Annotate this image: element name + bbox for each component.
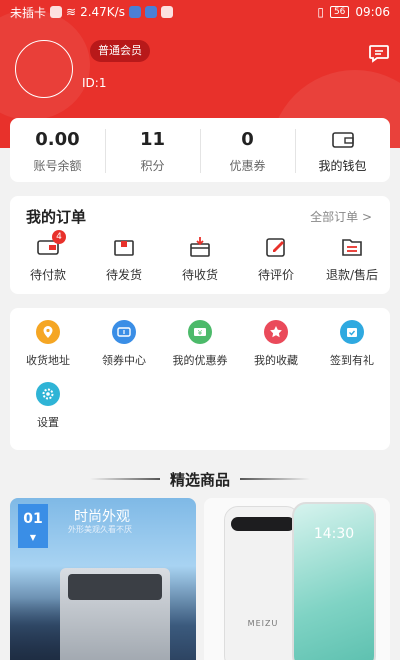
phone-back-image: MEIZU: [224, 506, 300, 660]
order-pending-receipt[interactable]: 待收货: [162, 234, 238, 283]
carrier-text: 未插卡: [10, 5, 47, 20]
tag-number: 01: [23, 511, 43, 527]
coupons-cell[interactable]: 0 优惠券: [200, 127, 295, 174]
wallet-summary-card: 0.00 账号余额 11 积分 0 优惠券 我的钱包: [10, 118, 390, 182]
all-orders-link[interactable]: 全部订单 >: [310, 208, 372, 225]
order-status-label: 待评价: [257, 268, 294, 282]
app-icon: [144, 6, 157, 18]
phone-screen-time: 14:30: [313, 526, 355, 542]
divider: [240, 478, 310, 480]
location-icon: [36, 320, 60, 344]
service-label: 收货地址: [26, 354, 70, 367]
network-speed: 2.47K/s: [80, 5, 125, 19]
wifi-icon: ≋: [66, 5, 77, 19]
points-cell[interactable]: 11 积分: [105, 127, 200, 174]
service-coupon-center[interactable]: 领券中心: [86, 320, 162, 368]
service-label: 设置: [37, 416, 59, 429]
service-address[interactable]: 收货地址: [10, 320, 86, 368]
service-checkin[interactable]: 签到有礼: [314, 320, 390, 368]
product-card[interactable]: MEIZU 14:30: [204, 498, 390, 660]
service-settings[interactable]: 设置: [10, 382, 86, 430]
package-icon: [114, 240, 134, 256]
member-level-badge: 普通会员: [90, 40, 150, 62]
clock: 09:06: [355, 5, 390, 19]
service-label: 签到有礼: [330, 354, 374, 367]
user-id: ID:1: [82, 76, 107, 90]
balance-label: 账号余额: [33, 158, 82, 173]
app-icon: [160, 6, 173, 18]
phone-brand-text: MEIZU: [247, 619, 279, 628]
edit-icon: [266, 238, 285, 257]
avatar[interactable]: [15, 40, 73, 98]
app-icon: [128, 6, 141, 18]
order-status-label: 待发货: [105, 268, 142, 282]
order-status-label: 待付款: [29, 268, 66, 282]
arrow-down-icon: ▼: [29, 533, 37, 542]
vibrate-icon: ▯: [317, 5, 324, 19]
order-status-label: 退款/售后: [325, 268, 379, 282]
message-icon[interactable]: [368, 42, 390, 64]
washer-lid: [68, 574, 162, 600]
coupons-label: 优惠券: [229, 158, 266, 173]
product-ad-subtitle: 外形美观久看不厌: [68, 525, 132, 534]
calendar-check-icon: [340, 320, 364, 344]
order-pending-review[interactable]: 待评价: [238, 234, 314, 283]
service-label: 我的优惠券: [172, 354, 228, 367]
refund-icon: [342, 239, 362, 256]
service-label: 领券中心: [102, 354, 146, 367]
order-status-label: 待收货: [181, 268, 218, 282]
gear-icon: [36, 382, 60, 406]
order-refund-aftersale[interactable]: 退款/售后: [314, 234, 390, 283]
star-icon: [264, 320, 288, 344]
my-wallet-button[interactable]: 我的钱包: [295, 127, 390, 174]
featured-section-title: 精选商品: [0, 468, 400, 490]
washing-machine-image: [60, 568, 170, 660]
coupons-value: 0: [241, 128, 254, 150]
ticket-icon: [112, 320, 136, 344]
product-card[interactable]: 01 ▼ 时尚外观 外形美观久看不厌: [10, 498, 196, 660]
battery-icon: 56: [329, 6, 350, 18]
order-pending-payment[interactable]: 4 待付款: [10, 230, 86, 283]
service-label: 我的收藏: [254, 354, 298, 367]
product-tag: 01 ▼: [18, 504, 48, 548]
featured-title: 精选商品: [169, 470, 230, 489]
my-wallet-label: 我的钱包: [318, 158, 367, 173]
svg-text:¥: ¥: [198, 329, 203, 337]
points-label: 积分: [140, 158, 165, 173]
my-orders-card: 我的订单 全部订单 > 4 待付款 待发货 待收货 待评价 退款/售后: [10, 196, 390, 294]
receive-box-icon: [190, 237, 210, 257]
balance-value: 0.00: [35, 128, 80, 150]
camera-module: [231, 517, 295, 531]
product-ad-title: 时尚外观: [74, 509, 130, 525]
orders-title: 我的订单: [26, 208, 87, 226]
order-pending-shipment[interactable]: 待发货: [86, 234, 162, 283]
wallet-icon: [331, 131, 354, 148]
sim-icon: [50, 6, 63, 18]
points-value: 11: [139, 128, 166, 150]
status-bar: 未插卡 ≋ 2.47K/s ▯ 56 09:06: [0, 0, 400, 24]
services-card: 收货地址 领券中心 ¥ 我的优惠券 我的收藏 签到有礼 设置: [10, 308, 390, 450]
coupon-icon: ¥: [188, 320, 212, 344]
service-my-coupons[interactable]: ¥ 我的优惠券: [162, 320, 238, 368]
phone-front-image: 14:30: [292, 502, 376, 660]
service-favorites[interactable]: 我的收藏: [238, 320, 314, 368]
pending-payment-badge: 4: [52, 230, 66, 244]
balance-cell[interactable]: 0.00 账号余额: [10, 127, 105, 174]
divider: [89, 478, 160, 480]
